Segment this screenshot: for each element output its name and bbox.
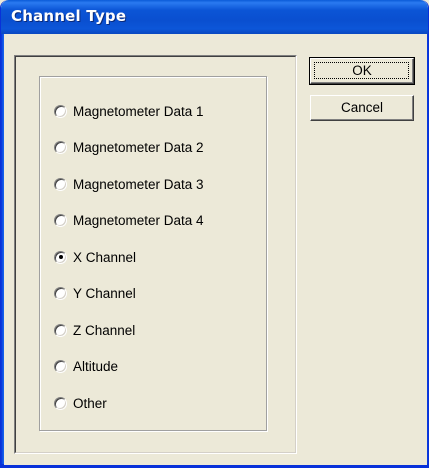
channel-panel: Magnetometer Data 1 Magnetometer Data 2 … bbox=[14, 55, 297, 454]
radio-option-other[interactable]: Other bbox=[54, 394, 107, 412]
radio-button[interactable] bbox=[54, 359, 67, 373]
radio-label[interactable]: Magnetometer Data 1 bbox=[73, 104, 204, 119]
radio-label[interactable]: Y Channel bbox=[73, 286, 136, 301]
radio-button[interactable] bbox=[54, 140, 67, 154]
channel-type-dialog: Channel Type Magnetometer Data 1 Magneto… bbox=[0, 0, 429, 468]
radio-button[interactable] bbox=[54, 250, 67, 264]
ok-button-label: OK bbox=[352, 63, 372, 78]
radio-option-magnetometer-data-3[interactable]: Magnetometer Data 3 bbox=[54, 175, 204, 193]
radio-option-y-channel[interactable]: Y Channel bbox=[54, 284, 136, 302]
title-bar[interactable]: Channel Type bbox=[1, 0, 428, 34]
radio-label[interactable]: Altitude bbox=[73, 359, 118, 374]
radio-button[interactable] bbox=[54, 177, 67, 191]
radio-button[interactable] bbox=[54, 323, 67, 337]
cancel-button-label: Cancel bbox=[340, 100, 384, 115]
channel-type-group: Magnetometer Data 1 Magnetometer Data 2 … bbox=[39, 76, 267, 431]
radio-option-altitude[interactable]: Altitude bbox=[54, 357, 118, 375]
radio-option-magnetometer-data-2[interactable]: Magnetometer Data 2 bbox=[54, 138, 204, 156]
dialog-title: Channel Type bbox=[11, 7, 127, 25]
radio-label[interactable]: Magnetometer Data 3 bbox=[73, 177, 204, 192]
cancel-button[interactable]: Cancel bbox=[310, 95, 414, 121]
ok-button[interactable]: OK bbox=[309, 57, 415, 85]
radio-button[interactable] bbox=[54, 396, 67, 410]
radio-option-magnetometer-data-1[interactable]: Magnetometer Data 1 bbox=[54, 102, 204, 120]
radio-button[interactable] bbox=[54, 213, 67, 227]
radio-label[interactable]: Magnetometer Data 2 bbox=[73, 140, 204, 155]
radio-label[interactable]: Magnetometer Data 4 bbox=[73, 213, 204, 228]
radio-option-x-channel[interactable]: X Channel bbox=[54, 248, 136, 266]
dialog-client-area: Magnetometer Data 1 Magnetometer Data 2 … bbox=[4, 34, 427, 465]
radio-label[interactable]: X Channel bbox=[73, 250, 136, 265]
radio-label[interactable]: Z Channel bbox=[73, 323, 135, 338]
radio-label[interactable]: Other bbox=[73, 396, 107, 411]
radio-option-magnetometer-data-4[interactable]: Magnetometer Data 4 bbox=[54, 211, 204, 229]
radio-option-z-channel[interactable]: Z Channel bbox=[54, 321, 135, 339]
radio-button[interactable] bbox=[54, 286, 67, 300]
radio-button[interactable] bbox=[54, 104, 67, 118]
